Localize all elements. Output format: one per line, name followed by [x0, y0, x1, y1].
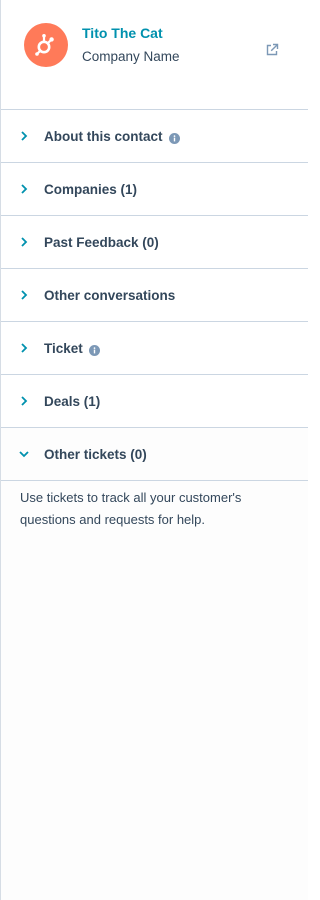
section-label: Past Feedback (0) — [44, 234, 159, 250]
section-other-conversations[interactable]: Other conversations — [1, 269, 308, 322]
chevron-right-icon — [19, 343, 29, 353]
chevron-right-icon — [19, 290, 29, 300]
other-tickets-helper-text: Use tickets to track all your customer's… — [20, 490, 242, 527]
chevron-down-icon — [19, 449, 29, 459]
section-about-this-contact[interactable]: About this contact — [1, 110, 308, 163]
chevron-right-icon — [19, 396, 29, 406]
external-link-icon[interactable] — [265, 43, 279, 57]
section-label: Companies (1) — [44, 181, 138, 197]
contact-name-link[interactable]: Tito The Cat — [82, 24, 180, 42]
section-label: Other tickets (0) — [44, 446, 147, 462]
contact-info: Tito The Cat Company Name — [82, 23, 180, 66]
info-icon[interactable] — [168, 131, 180, 144]
info-icon[interactable] — [88, 343, 100, 356]
section-ticket[interactable]: Ticket — [1, 322, 308, 375]
section-label: About this contact — [44, 128, 163, 144]
section-past-feedback[interactable]: Past Feedback (0) — [1, 216, 308, 269]
contact-sidebar: Tito The Cat Company Name About this con… — [0, 0, 308, 900]
chevron-right-icon — [19, 237, 29, 247]
contact-header: Tito The Cat Company Name — [1, 0, 308, 110]
section-companies[interactable]: Companies (1) — [1, 163, 308, 216]
section-label: Deals (1) — [44, 393, 101, 409]
chevron-right-icon — [19, 184, 29, 194]
section-deals[interactable]: Deals (1) — [1, 375, 308, 428]
company-name: Company Name — [82, 49, 180, 64]
other-tickets-body: Use tickets to track all your customer's… — [1, 487, 308, 531]
hubspot-sprocket-icon — [24, 23, 68, 67]
section-label: Ticket — [44, 340, 83, 356]
section-other-tickets[interactable]: Other tickets (0) — [1, 428, 308, 481]
section-label: Other conversations — [44, 287, 176, 303]
chevron-right-icon — [19, 131, 29, 141]
